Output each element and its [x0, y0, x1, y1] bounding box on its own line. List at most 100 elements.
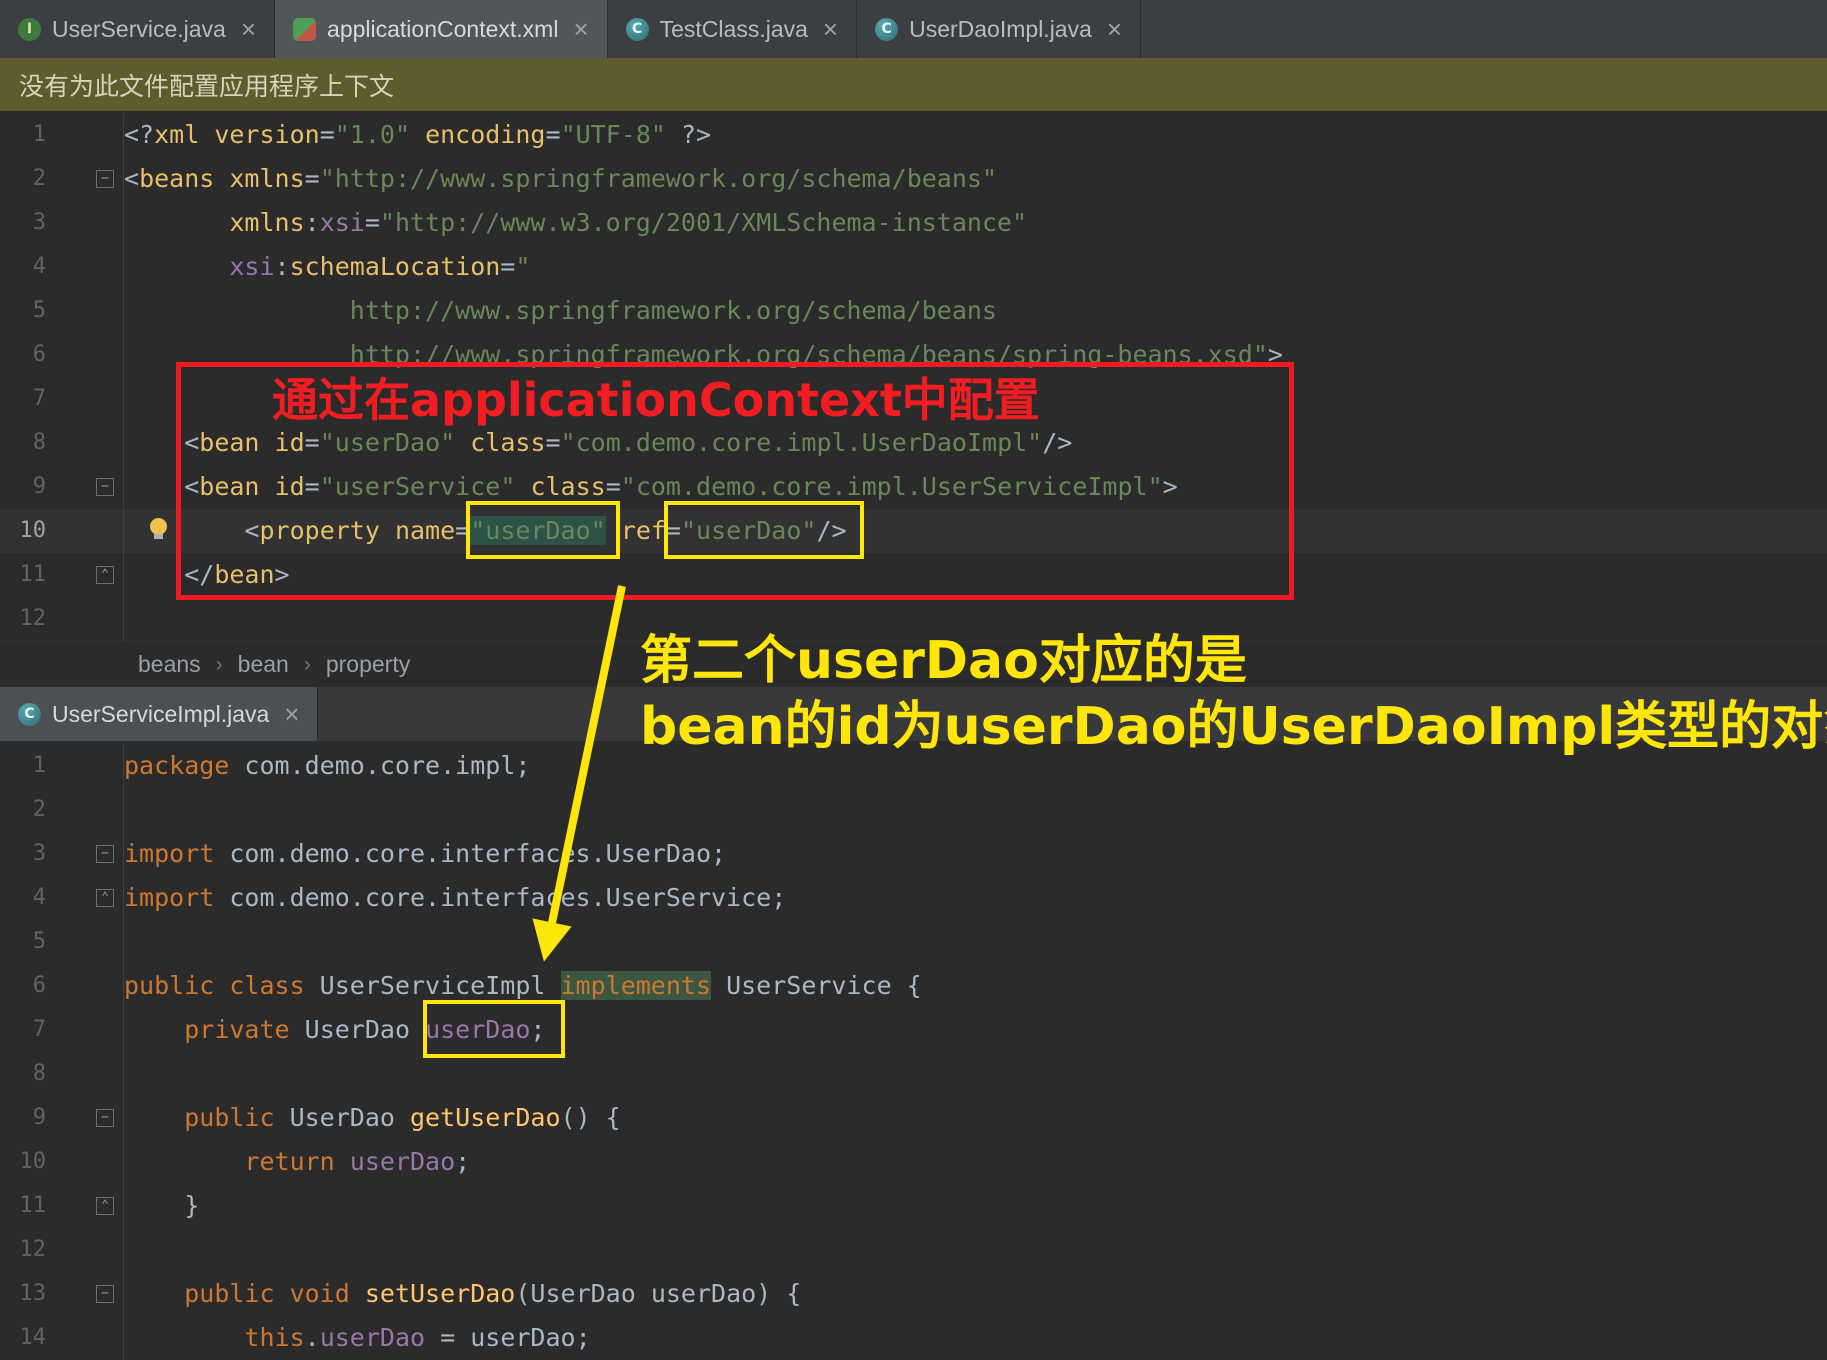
class-icon: C [625, 17, 649, 41]
gutter-fold-column: ⌃ [46, 553, 124, 597]
code-token: bean [199, 472, 275, 501]
line-number[interactable]: 8 [0, 1052, 46, 1096]
tab-applicationcontext-xml[interactable]: applicationContext.xml × [275, 0, 608, 58]
line-number[interactable]: 8 [0, 421, 46, 465]
code-token: < [184, 428, 200, 457]
code-line[interactable]: 9− <bean id="userService" class="com.dem… [0, 465, 1827, 509]
breadcrumb-item-beans[interactable]: beans [138, 651, 201, 678]
line-number[interactable]: 4 [0, 245, 46, 289]
code-line[interactable]: 4 xsi:schemaLocation=" [0, 245, 1827, 289]
line-number[interactable]: 13 [0, 1272, 47, 1316]
code-token: return [244, 1147, 350, 1176]
gutter-fold-column [46, 1228, 124, 1272]
code-line[interactable]: 8 <bean id="userDao" class="com.demo.cor… [0, 421, 1827, 465]
code-line[interactable]: 1 package com.demo.core.impl; [0, 744, 1827, 788]
code-token: ; [455, 1147, 471, 1176]
code-line[interactable]: 7 [0, 377, 1827, 421]
fold-collapse-icon[interactable]: − [96, 1109, 114, 1127]
line-number[interactable]: 3 [0, 201, 46, 245]
intention-bulb-icon[interactable] [150, 518, 167, 539]
line-number[interactable]: 6 [0, 964, 46, 1008]
code-text: public UserDao getUserDao() { [124, 1096, 1827, 1140]
line-number[interactable]: 12 [0, 597, 47, 641]
code-token: xmlns [229, 208, 305, 237]
code-line[interactable]: 8 [0, 1052, 1827, 1096]
code-line[interactable]: 3 xmlns:xsi="http://www.w3.org/2001/XMLS… [0, 201, 1827, 245]
line-number[interactable]: 7 [0, 1008, 46, 1052]
tab-testclass-java[interactable]: C TestClass.java × [608, 0, 858, 58]
fold-collapse-icon[interactable]: − [96, 1285, 114, 1303]
code-line[interactable]: 2 − <beans xmlns="http://www.springframewo… [0, 157, 1827, 201]
close-icon[interactable]: × [241, 16, 256, 42]
code-line[interactable]: 4 ⌃ import com.demo.core.interfaces.UserSe… [0, 876, 1827, 920]
close-icon[interactable]: × [823, 16, 838, 42]
breadcrumb-item-bean[interactable]: bean [238, 651, 289, 678]
close-icon[interactable]: × [573, 16, 588, 42]
code-token: this [244, 1323, 305, 1352]
close-icon[interactable]: × [1107, 16, 1122, 42]
code-line[interactable]: 7 private UserDao userDao; [0, 1008, 1827, 1052]
code-text: import com.demo.core.interfaces.UserDao; [124, 832, 1827, 876]
code-token: UserDao [289, 1103, 410, 1132]
line-number[interactable]: 4 [0, 876, 46, 920]
line-number[interactable]: 9 [0, 1096, 46, 1140]
tab-userserviceimpl-java[interactable]: C UserServiceImpl.java × [0, 687, 319, 741]
line-number[interactable]: 10 [0, 509, 47, 553]
code-line[interactable]: 11 ⌃ } [0, 1184, 1827, 1228]
fold-collapse-icon[interactable]: − [96, 478, 114, 496]
code-line[interactable]: 10 <property name="userDao" ref="userDao… [0, 509, 1827, 553]
breadcrumb-item-property[interactable]: property [326, 651, 410, 678]
code-line[interactable]: 5 http://www.springframework.org/schema/… [0, 289, 1827, 333]
gutter-fold-column [46, 333, 124, 377]
code-token: com.demo.core.impl; [244, 751, 531, 780]
code-line[interactable]: 12 [0, 1228, 1827, 1272]
line-number[interactable]: 5 [0, 920, 46, 964]
code-line[interactable]: 13 − public void setUserDao(UserDao userD… [0, 1272, 1827, 1316]
code-line[interactable]: 9 − public UserDao getUserDao() { [0, 1096, 1827, 1140]
line-number[interactable]: 14 [0, 1316, 47, 1360]
fold-end-icon[interactable]: ⌃ [96, 1197, 114, 1215]
line-number[interactable]: 7 [0, 377, 46, 421]
code-token: http://www.springframework.org/schema/be… [349, 340, 1268, 369]
code-token: bean [214, 560, 275, 589]
line-number[interactable]: 3 [0, 832, 46, 876]
code-line[interactable]: 12 [0, 597, 1827, 641]
line-number[interactable]: 5 [0, 289, 46, 333]
tab-userdaoimpl-java[interactable]: C UserDaoImpl.java × [857, 0, 1142, 58]
close-icon[interactable]: × [284, 701, 299, 727]
code-line[interactable]: 3 − import com.demo.core.interfaces.UserDa… [0, 832, 1827, 876]
code-line[interactable]: 6 public class UserServiceImpl implements… [0, 964, 1827, 1008]
code-token: = [605, 472, 621, 501]
line-number[interactable]: 11 [0, 1184, 47, 1228]
fold-end-icon[interactable]: ⌃ [96, 889, 114, 907]
code-line[interactable]: 6 http://www.springframework.org/schema/… [0, 333, 1827, 377]
line-number[interactable]: 1 [0, 113, 46, 157]
gutter-fold-column: − [46, 1272, 124, 1316]
line-number[interactable]: 12 [0, 1228, 47, 1272]
line-number[interactable]: 10 [0, 1140, 47, 1184]
line-number[interactable]: 6 [0, 333, 46, 377]
code-token: public class [124, 971, 320, 1000]
line-number[interactable]: 11 [0, 553, 47, 597]
tab-label: TestClass.java [659, 15, 808, 42]
tab-userservice-java[interactable]: I UserService.java × [0, 0, 276, 58]
xml-editor: 1 <?xml version="1.0" encoding="UTF-8" ?>… [0, 111, 1827, 641]
fold-collapse-icon[interactable]: − [96, 845, 114, 863]
code-line[interactable]: 10 return userDao; [0, 1140, 1827, 1184]
line-number[interactable]: 1 [0, 744, 46, 788]
code-line[interactable]: 11 ⌃ </bean> [0, 553, 1827, 597]
line-number[interactable]: 2 [0, 788, 46, 832]
line-number[interactable]: 2 [0, 157, 46, 201]
fold-end-icon[interactable]: ⌃ [96, 566, 114, 584]
line-number[interactable]: 9 [0, 465, 46, 509]
code-line[interactable]: 1 <?xml version="1.0" encoding="UTF-8" ?> [0, 113, 1827, 157]
fold-collapse-icon[interactable]: − [96, 170, 114, 188]
code-line[interactable]: 5 [0, 920, 1827, 964]
code-line[interactable]: 2 [0, 788, 1827, 832]
code-token: xsi [229, 252, 275, 281]
code-line[interactable]: 14 this.userDao = userDao; [0, 1316, 1827, 1360]
